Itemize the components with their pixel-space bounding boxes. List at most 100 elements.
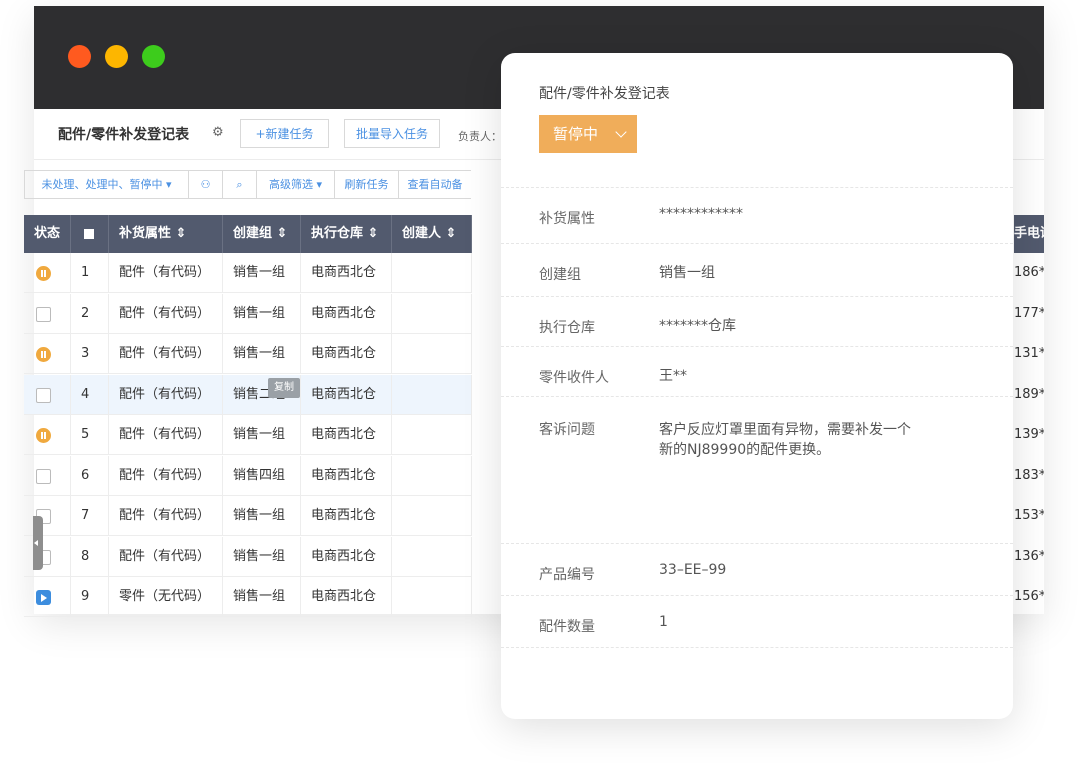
row-status[interactable] [24, 415, 71, 455]
row-status[interactable] [24, 577, 71, 617]
warehouse-header[interactable]: 执行仓库 ⇕ [301, 215, 392, 253]
row-status[interactable] [24, 253, 71, 293]
field-label: 客诉问题 [539, 422, 595, 438]
detail-field-row: 创建组 销售一组 [501, 243, 1013, 297]
row-group: 销售一组 [223, 577, 301, 617]
row-creator [392, 253, 472, 293]
row-creator [392, 293, 472, 334]
advanced-filter-button[interactable]: 高级筛选 ▾ [257, 171, 335, 198]
row-status[interactable] [24, 496, 71, 536]
row-status[interactable] [24, 334, 71, 374]
row-group: 销售一组 [223, 536, 301, 577]
detail-field-row: 配件数量 1 [501, 595, 1013, 648]
new-task-button[interactable]: +新建任务 [240, 119, 329, 148]
detail-field-row: 客诉问题 客户反应灯罩里面有异物，需要补发一个 新的NJ89990的配件更换。 [501, 396, 1013, 544]
row-number: 9 [71, 577, 109, 617]
row-creator [392, 577, 472, 617]
status-header: 状态 [24, 215, 71, 253]
field-label: 配件数量 [539, 619, 595, 635]
user-icon[interactable]: ⚇ [189, 171, 223, 198]
status-dropdown[interactable]: 暂停中 [539, 115, 637, 153]
page-title: 配件/零件补发登记表 [58, 127, 190, 143]
status-filter-dropdown[interactable]: 未处理、处理中、暂停中 ▾ [25, 171, 189, 198]
row-status[interactable] [24, 536, 71, 577]
row-creator [392, 536, 472, 577]
select-all-header [71, 215, 109, 253]
row-warehouse: 电商西北仓 [301, 293, 392, 334]
row-attr: 配件（有代码） [109, 455, 223, 496]
row-group: 销售一组 [223, 334, 301, 374]
row-attr: 配件（有代码） [109, 374, 223, 415]
row-group: 销售一组 [223, 253, 301, 293]
row-warehouse: 电商西北仓 [301, 536, 392, 577]
detail-field-row: 产品编号 33–EE–99 [501, 543, 1013, 596]
row-phone: 189* [1014, 386, 1044, 402]
detail-field-row: 执行仓库 *******仓库 [501, 296, 1013, 347]
row-attr: 配件（有代码） [109, 334, 223, 374]
group-header[interactable]: 创建组 ⇕ [223, 215, 301, 253]
sidebar-collapse-handle[interactable] [33, 516, 43, 570]
field-value: 33–EE–99 [659, 562, 727, 578]
row-phone: 153* [1014, 508, 1044, 523]
field-label: 创建组 [539, 267, 581, 283]
refresh-task-button[interactable]: 刷新任务 [335, 171, 399, 198]
field-label: 零件收件人 [539, 370, 609, 386]
field-value: 王** [659, 368, 687, 384]
field-value: *******仓库 [659, 318, 736, 334]
batch-import-button[interactable]: 批量导入任务 [344, 119, 440, 148]
pause-icon[interactable] [36, 266, 51, 281]
pause-icon[interactable] [36, 428, 51, 443]
search-icon[interactable]: ⌕ [223, 171, 257, 198]
row-warehouse: 电商西北仓 [301, 455, 392, 496]
creator-header[interactable]: 创建人 ⇕ [392, 215, 472, 253]
checkbox-icon[interactable] [36, 387, 51, 403]
row-group: 销售一组 [223, 415, 301, 455]
play-icon[interactable] [36, 590, 51, 605]
field-value: 客户反应灯罩里面有异物，需要补发一个 [659, 422, 911, 438]
row-status[interactable] [24, 293, 71, 334]
pause-icon[interactable] [36, 347, 51, 362]
gear-icon[interactable]: ⚙ [212, 126, 226, 140]
row-attr: 配件（有代码） [109, 536, 223, 577]
checkbox-icon[interactable] [36, 468, 51, 484]
field-label: 产品编号 [539, 567, 595, 583]
copy-tooltip[interactable]: 复制 [268, 378, 300, 398]
filter-bar: 未处理、处理中、暂停中 ▾ ⚇ ⌕ 高级筛选 ▾ 刷新任务 查看自动备 [24, 170, 471, 199]
row-creator [392, 374, 472, 415]
close-window-button[interactable] [68, 45, 91, 68]
divider [501, 647, 1013, 649]
row-phone: 136* [1014, 548, 1044, 564]
row-attr: 配件（有代码） [109, 415, 223, 455]
zoom-window-button[interactable] [142, 45, 165, 68]
auto-view-button[interactable]: 查看自动备 [399, 171, 471, 198]
owner-label: 负责人： [458, 130, 502, 143]
row-phone: 177* [1014, 305, 1044, 321]
row-warehouse: 电商西北仓 [301, 374, 392, 415]
row-number: 2 [71, 293, 109, 334]
row-group: 销售一组 [223, 293, 301, 334]
row-attr: 配件（有代码） [109, 293, 223, 334]
row-attr: 零件（无代码） [109, 577, 223, 617]
attr-header[interactable]: 补货属性 ⇕ [109, 215, 223, 253]
phone-header[interactable]: 手电话 [1014, 215, 1044, 253]
row-warehouse: 电商西北仓 [301, 577, 392, 617]
status-label: 暂停中 [553, 125, 599, 143]
row-warehouse: 电商西北仓 [301, 334, 392, 374]
row-number: 4 [71, 374, 109, 415]
field-value-line2: 新的NJ89990的配件更换。 [659, 442, 831, 458]
row-status[interactable] [24, 374, 71, 415]
row-group: 销售一组 [223, 496, 301, 536]
row-warehouse: 电商西北仓 [301, 496, 392, 536]
field-value: 销售一组 [659, 265, 715, 281]
row-number: 8 [71, 536, 109, 577]
detail-panel: 配件/零件补发登记表 暂停中 补货属性 ************ 创建组 销售一组 执行… [501, 53, 1013, 719]
row-status[interactable] [24, 455, 71, 496]
row-number: 7 [71, 496, 109, 536]
select-all-checkbox[interactable] [84, 229, 94, 239]
detail-field-row: 补货属性 ************ [501, 187, 1013, 244]
checkbox-icon[interactable] [36, 306, 51, 322]
row-creator [392, 334, 472, 374]
field-value: ************ [659, 206, 743, 222]
field-label: 补货属性 [539, 211, 595, 227]
minimize-window-button[interactable] [105, 45, 128, 68]
